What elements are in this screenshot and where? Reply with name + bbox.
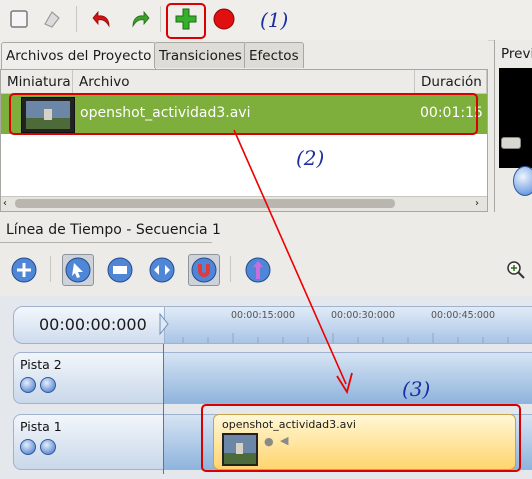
toolbar-separator <box>160 6 161 32</box>
timecode-display: 00:00:00:000 <box>13 306 165 344</box>
track-header: Pista 2 <box>13 352 163 404</box>
toolbar-separator <box>50 256 51 282</box>
new-project-icon[interactable] <box>6 6 32 32</box>
scroll-left-icon[interactable]: ‹ <box>3 198 13 209</box>
undo-icon[interactable] <box>90 6 116 32</box>
ruler-tick-label: 00:00:30:000 <box>331 310 395 321</box>
ruler-ticks <box>182 333 509 343</box>
tab-project-files[interactable]: Archivos del Proyecto <box>1 42 157 70</box>
scrollbar-thumb[interactable] <box>15 199 395 208</box>
preview-slider[interactable] <box>501 137 521 149</box>
file-row-highlight <box>9 93 478 135</box>
scroll-right-icon[interactable]: › <box>475 198 485 209</box>
annotation-1: (1) <box>260 8 289 32</box>
add-file-icon[interactable] <box>173 6 199 32</box>
ruler-tick-label: 00:00:45:000 <box>431 310 495 321</box>
column-thumbnail[interactable]: Miniatura <box>1 70 73 94</box>
track-name: Pista 2 <box>20 357 62 372</box>
select-tool-icon[interactable] <box>62 254 94 286</box>
horizontal-scrollbar[interactable]: ‹ › <box>1 196 487 211</box>
clip-highlight <box>201 404 521 472</box>
redo-icon[interactable] <box>126 6 152 32</box>
toolbar-separator <box>230 256 231 282</box>
add-marker-icon[interactable] <box>242 254 274 286</box>
add-track-icon[interactable] <box>8 254 40 286</box>
ruler-tick-label: 00:00:15:000 <box>231 310 295 321</box>
razor-tool-icon[interactable] <box>104 254 136 286</box>
preview-screen <box>499 68 532 168</box>
timeline-header: Línea de Tiempo - Secuencia 1 <box>0 218 532 244</box>
time-ruler[interactable]: 00:00:15:000 00:00:30:000 00:00:45:000 <box>163 306 532 344</box>
column-duration[interactable]: Duración <box>415 70 487 94</box>
record-icon[interactable] <box>211 6 237 32</box>
column-file[interactable]: Archivo <box>73 70 415 94</box>
main-toolbar: (1) <box>0 0 532 41</box>
title-underline <box>0 242 212 243</box>
audio-icon[interactable] <box>40 377 56 393</box>
track-header: Pista 1 <box>13 414 163 470</box>
timeline-title: Línea de Tiempo - Secuencia 1 <box>6 222 221 238</box>
tab-effects[interactable]: Efectos <box>244 42 304 68</box>
visibility-icon[interactable] <box>20 439 36 455</box>
snap-tool-icon[interactable] <box>188 254 220 286</box>
zoom-in-icon[interactable] <box>500 254 532 286</box>
annotation-2: (2) <box>296 146 325 170</box>
playhead-line <box>163 344 164 474</box>
resize-tool-icon[interactable] <box>146 254 178 286</box>
track-name: Pista 1 <box>20 419 62 434</box>
preview-title: Previ <box>501 46 532 62</box>
project-files-list: Miniatura Archivo Duración <box>0 69 488 212</box>
playhead-handle[interactable] <box>158 312 170 336</box>
clear-icon[interactable] <box>38 6 64 32</box>
rewind-icon[interactable] <box>513 166 532 196</box>
annotation-3: (3) <box>402 377 431 401</box>
toolbar-separator <box>76 6 77 32</box>
track-lane[interactable] <box>163 352 532 404</box>
tab-transitions[interactable]: Transiciones <box>154 42 247 68</box>
visibility-icon[interactable] <box>20 377 36 393</box>
audio-icon[interactable] <box>40 439 56 455</box>
preview-panel: Previ <box>494 40 532 212</box>
timeline-toolbar <box>0 246 532 294</box>
